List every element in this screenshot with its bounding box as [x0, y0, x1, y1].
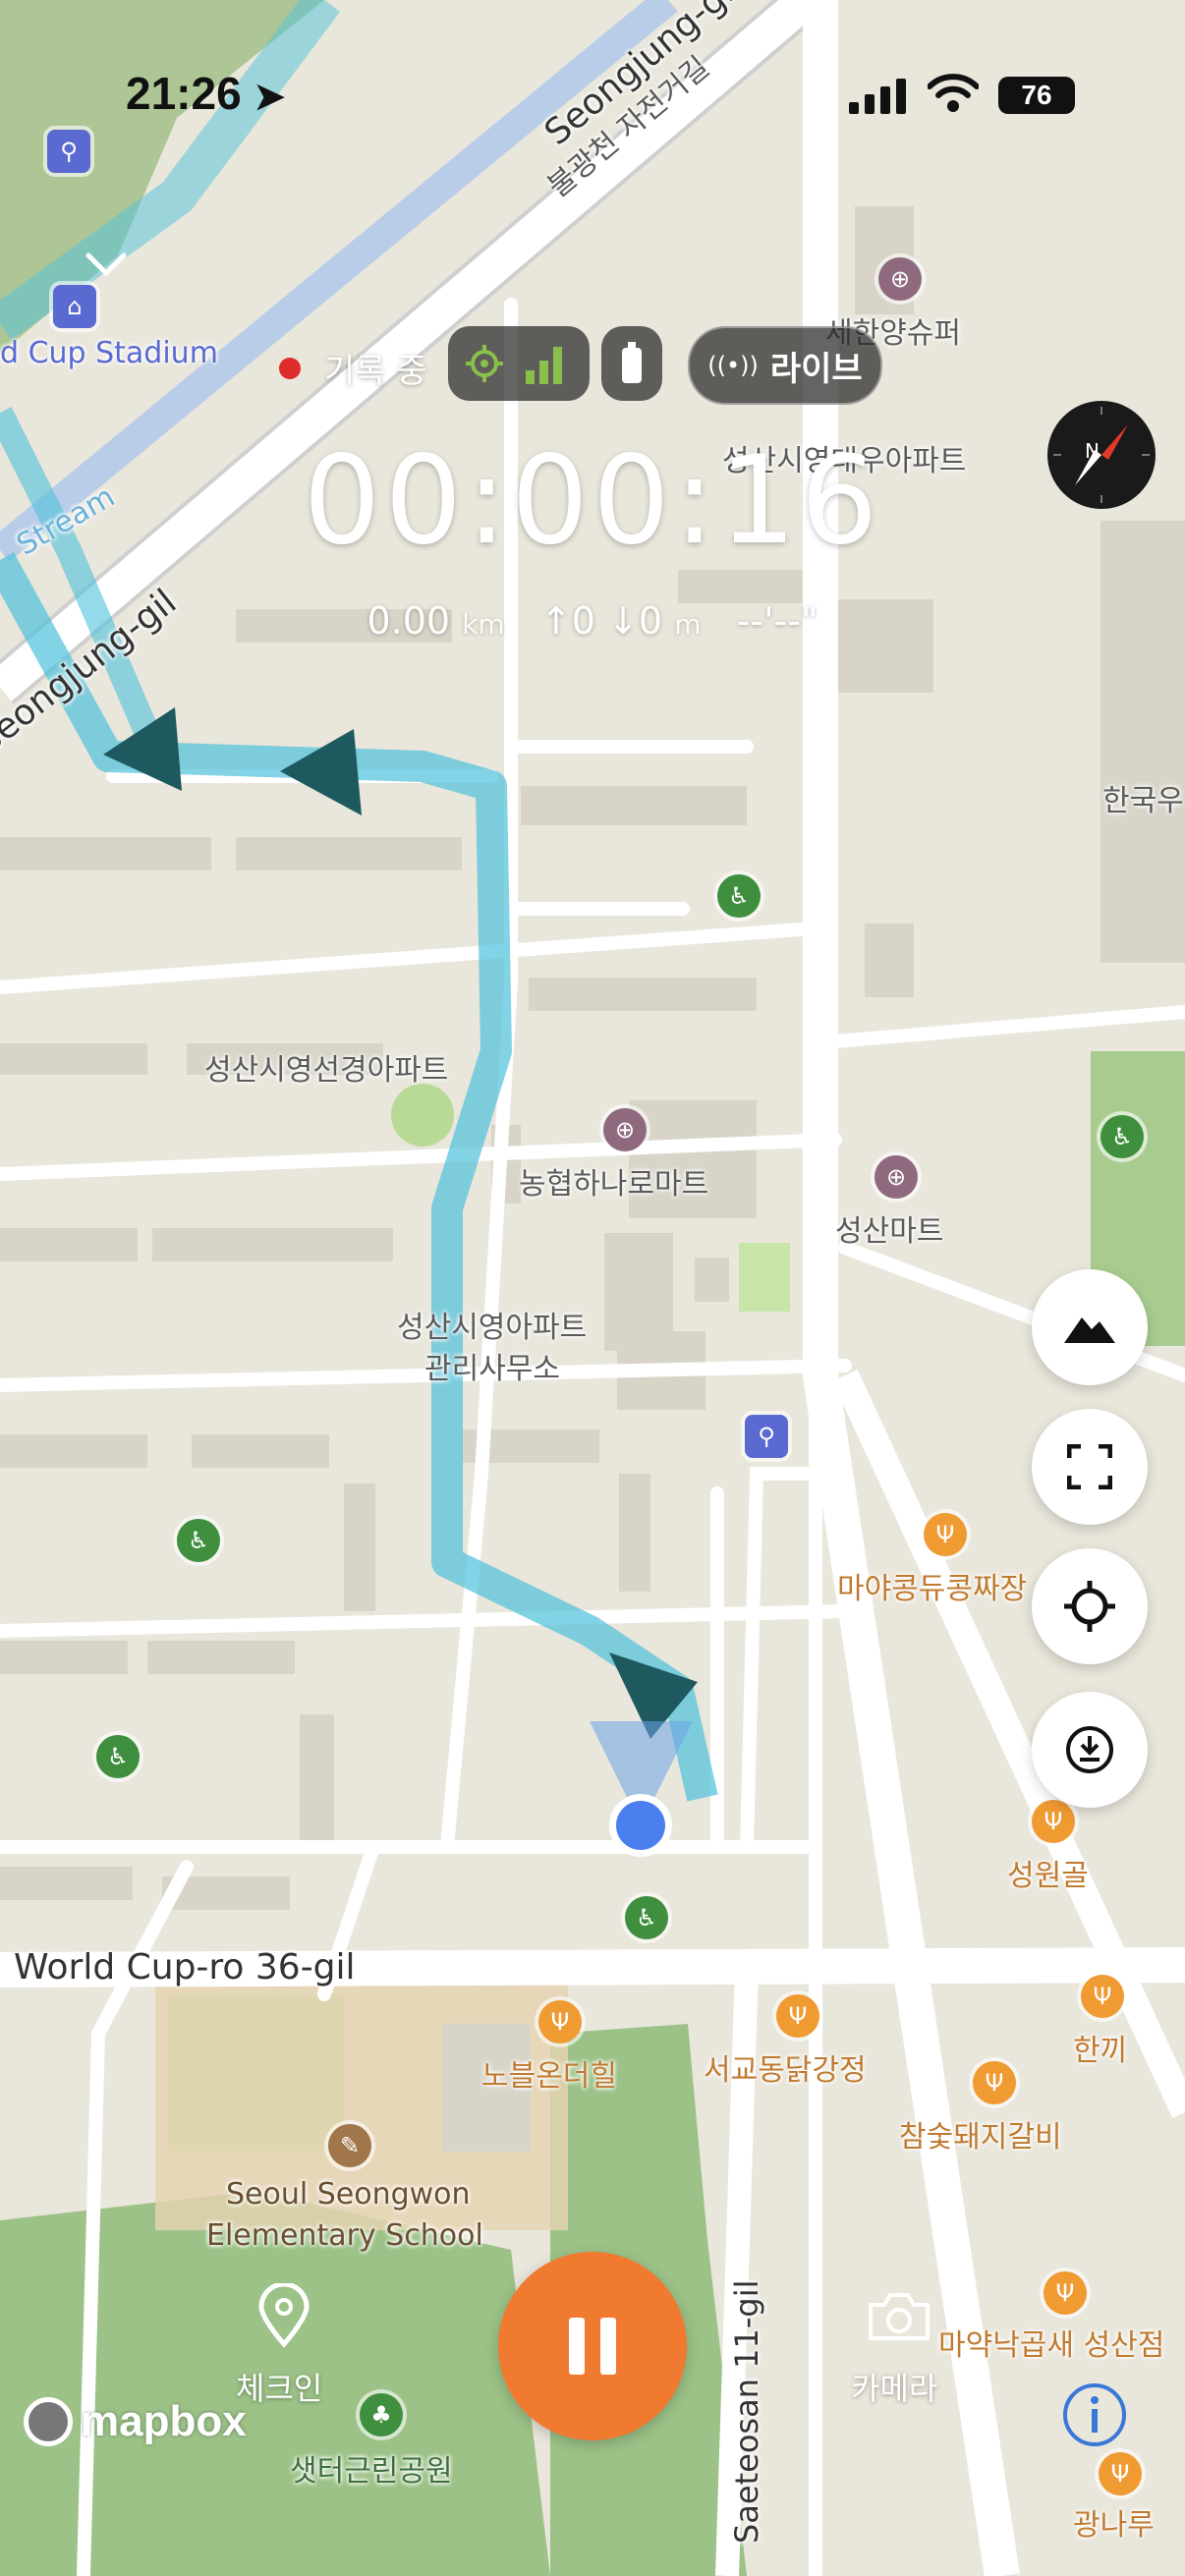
park-icon[interactable]: ♣ [360, 2393, 403, 2436]
place-label: 성산시영아파트 [397, 1311, 588, 1345]
park-icon[interactable]: ♿ [625, 1896, 668, 1939]
locate-button[interactable] [1032, 1548, 1148, 1664]
gps-icon [466, 345, 562, 384]
elapsed-timer: 00:00:16 [303, 430, 882, 572]
terrain-button[interactable] [1032, 1269, 1148, 1385]
shop-icon[interactable]: ⊕ [603, 1108, 647, 1151]
restaurant-icon[interactable]: Ψ [973, 2061, 1016, 2104]
ascent-value: ↑0 [539, 599, 595, 643]
elevation-unit: m [674, 608, 702, 641]
place-label: 노블온더힐 [481, 2059, 617, 2094]
gps-signal-indicator[interactable] [448, 326, 590, 401]
park-icon[interactable]: ♿ [1100, 1115, 1144, 1158]
pause-icon [569, 2318, 616, 2375]
place-label: 관리사무소 [424, 1352, 560, 1386]
descent-value: ↓0 [607, 599, 663, 643]
signal-icon [849, 79, 906, 114]
chevron-down-icon[interactable] [85, 250, 128, 279]
train-icon[interactable]: ⌂ [53, 285, 96, 328]
battery-status-button[interactable] [601, 326, 662, 401]
place-label: d Cup Stadium [0, 336, 218, 370]
distance-value: 0.00 [367, 599, 451, 643]
place-label: 성산마트 [835, 1214, 944, 1249]
restaurant-icon[interactable]: Ψ [1081, 1975, 1124, 2018]
broadcast-icon: ((•)) [707, 352, 759, 379]
place-label: Elementary School [206, 2218, 483, 2253]
download-button[interactable] [1032, 1692, 1148, 1808]
current-location-dot [616, 1801, 665, 1850]
shop-icon[interactable]: ⊕ [878, 257, 922, 301]
pace-value: --'--" [736, 599, 818, 643]
bike-icon[interactable]: ⚲ [47, 130, 90, 173]
park-icon[interactable]: ♿ [717, 874, 761, 918]
distance-unit: km [462, 608, 505, 641]
restaurant-icon[interactable]: Ψ [924, 1513, 967, 1556]
mapbox-logo[interactable]: mapbox [24, 2397, 247, 2446]
place-label: 한국우 [1102, 784, 1184, 818]
place-label: 농협하나로마트 [519, 1167, 709, 1202]
school-icon[interactable]: ✎ [328, 2124, 371, 2167]
crosshair-icon [1064, 1581, 1115, 1632]
park-icon[interactable]: ♿ [177, 1519, 220, 1562]
checkin-label[interactable]: 체크인 [236, 2364, 322, 2409]
info-icon[interactable] [1061, 2381, 1128, 2448]
restaurant-icon[interactable]: Ψ [538, 2000, 582, 2044]
restaurant-icon[interactable]: Ψ [1099, 2452, 1142, 2495]
checkin-pin-icon[interactable] [257, 2283, 310, 2348]
mapbox-icon [24, 2397, 73, 2446]
place-label: 마야콩듀콩짜장 [837, 1572, 1028, 1606]
place-label: 마약낙곱새 성산점 [938, 2328, 1165, 2363]
place-label: 샛터근린공원 [290, 2454, 453, 2489]
place-label: 서교동닭강정 [704, 2053, 867, 2088]
street-label: Saeteosan 11-gil [728, 2279, 765, 2544]
camera-label[interactable]: 카메라 [851, 2364, 937, 2409]
place-label: 참숯돼지갈비 [899, 2120, 1062, 2155]
place-label: 성원골 [1007, 1859, 1089, 1893]
map-canvas[interactable] [0, 0, 1185, 2576]
fullscreen-button[interactable] [1032, 1409, 1148, 1525]
place-label: 성산시영선경아파트 [204, 1053, 449, 1088]
pause-button[interactable] [498, 2252, 687, 2440]
restaurant-icon[interactable]: Ψ [776, 1994, 819, 2038]
place-label: 광나루 [1073, 2508, 1155, 2543]
bike-icon[interactable]: ⚲ [745, 1415, 788, 1458]
street-label: World Cup-ro 36-gil [14, 1947, 356, 1988]
live-button[interactable]: ((•)) 라이브 [688, 326, 882, 405]
battery-icon [622, 342, 642, 383]
battery-indicator: 76 [998, 77, 1075, 114]
camera-icon[interactable] [867, 2291, 931, 2342]
recording-status: 기록 중 [279, 344, 427, 392]
shop-icon[interactable]: ⊕ [875, 1155, 918, 1199]
place-label: Seoul Seongwon [226, 2177, 471, 2212]
wifi-icon [928, 74, 979, 112]
recording-dot [279, 357, 301, 379]
download-icon [1066, 1726, 1113, 1773]
park-icon[interactable]: ♿ [96, 1735, 140, 1778]
restaurant-icon[interactable]: Ψ [1032, 1800, 1075, 1843]
expand-icon [1067, 1444, 1112, 1489]
mountain-icon [1064, 1317, 1115, 1343]
stats-row: 0.00 km ↑0 ↓0 m --'--" [0, 599, 1185, 643]
restaurant-icon[interactable]: Ψ [1044, 2271, 1087, 2315]
place-label: 한끼 [1073, 2034, 1128, 2068]
status-time: 21:26 ➤ [126, 68, 286, 119]
